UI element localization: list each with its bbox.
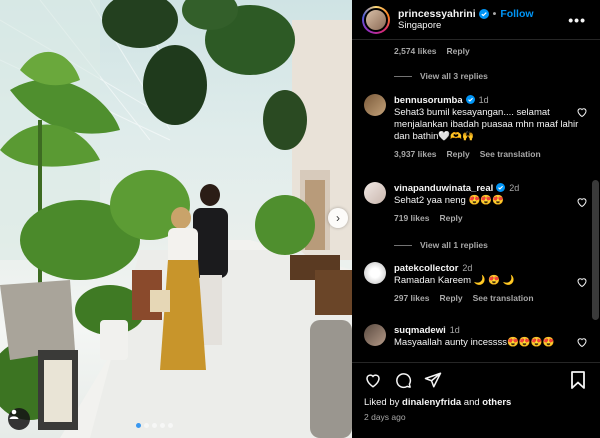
follow-button[interactable]: Follow	[500, 8, 533, 20]
comment-likes-count[interactable]: 3,937 likes	[394, 148, 437, 160]
comment-meta: 3,937 likes Reply See translation	[394, 148, 582, 160]
carousel-indicator	[136, 423, 173, 428]
liked-by-and: and	[463, 397, 480, 408]
comment-likes-count[interactable]: 297 likes	[394, 292, 429, 304]
comment-item: bennusorumba 1d Sehat3 bumil kesayangan..…	[364, 94, 587, 160]
tagged-users-button[interactable]	[8, 408, 30, 430]
commenter-avatar[interactable]	[364, 94, 386, 116]
verified-badge-icon	[496, 183, 506, 192]
reply-button[interactable]: Reply	[447, 148, 470, 160]
comment-item: suqmadewi 1d Masyaallah aunty incessss😍😍😍…	[364, 324, 587, 349]
replies-divider	[394, 75, 412, 77]
author-username[interactable]: princessyahrini	[398, 8, 476, 20]
reply-button[interactable]: Reply	[447, 46, 470, 56]
post-actions: Liked by dinalenyfrida and others 2 days…	[352, 362, 600, 422]
comment-likes-count[interactable]: 719 likes	[394, 212, 429, 224]
view-replies-button[interactable]: View all 1 replies	[394, 240, 488, 250]
commenter-avatar[interactable]	[364, 182, 386, 204]
comment-time: 2d	[509, 183, 520, 193]
post-photo[interactable]: ›	[0, 0, 352, 438]
see-translation-button[interactable]: See translation	[480, 148, 541, 160]
save-bookmark-icon[interactable]	[570, 371, 586, 389]
comment-text: Masyaallah aunty incessss😍😍😍😍	[394, 337, 555, 348]
like-comment-heart-icon[interactable]	[576, 196, 588, 208]
post-timestamp[interactable]: 2 days ago	[352, 408, 600, 422]
post-location[interactable]: Singapore	[398, 20, 534, 32]
more-options-icon[interactable]: •••	[568, 12, 586, 28]
verified-badge-icon	[478, 8, 489, 19]
photo-illustration	[0, 0, 352, 438]
comment-bubble-icon[interactable]	[394, 371, 412, 389]
comment-meta: 297 likes Reply See translation	[394, 292, 582, 304]
comments-list[interactable]: 2,574 likes Reply View all 3 replies ben…	[352, 40, 600, 362]
like-comment-heart-icon[interactable]	[576, 106, 588, 118]
author-avatar[interactable]	[362, 5, 390, 34]
verified-badge-icon	[465, 95, 475, 104]
comments-scrollbar[interactable]	[592, 180, 599, 320]
comment-meta: 719 likes Reply	[394, 212, 582, 224]
comment-text: Sehat3 bumil kesayangan.... selamat menj…	[394, 107, 579, 142]
carousel-dot	[144, 423, 149, 428]
user-icon	[9, 409, 19, 419]
like-comment-heart-icon[interactable]	[576, 336, 588, 348]
liked-by-user[interactable]: dinalenyfrida	[402, 397, 461, 408]
comment-item: patekcollector 2d Ramadan Kareem 🌙 😍 🌙 29…	[364, 262, 587, 304]
like-comment-heart-icon[interactable]	[576, 276, 588, 288]
commenter-username[interactable]: vinapanduwinata_real	[394, 183, 493, 194]
carousel-dot	[168, 423, 173, 428]
comment-item: vinapanduwinata_real 2d Sehat2 yaa neng 😍…	[364, 182, 587, 224]
view-replies-label: View all 3 replies	[420, 71, 488, 81]
post-header: princessyahrini • Follow Singapore •••	[352, 0, 600, 40]
comment-meta: 2,574 likes Reply	[394, 46, 470, 56]
view-replies-button[interactable]: View all 3 replies	[394, 71, 488, 81]
reply-button[interactable]: Reply	[439, 212, 462, 224]
liked-by-prefix: Liked by	[364, 397, 400, 408]
replies-divider	[394, 244, 412, 246]
liked-by-summary: Liked by dinalenyfrida and others	[352, 397, 600, 408]
carousel-dot	[152, 423, 157, 428]
liked-by-others[interactable]: others	[482, 397, 511, 408]
comment-text: Sehat2 yaa neng 😍😍😍	[394, 195, 504, 206]
like-heart-icon[interactable]	[364, 371, 382, 389]
carousel-next-button[interactable]: ›	[328, 208, 348, 228]
carousel-dot-active	[136, 423, 141, 428]
comment-time: 1d	[478, 95, 489, 105]
comment-likes-count[interactable]: 2,574 likes	[394, 46, 437, 56]
commenter-username[interactable]: suqmadewi	[394, 325, 446, 336]
commenter-avatar[interactable]	[364, 262, 386, 284]
share-send-icon[interactable]	[424, 371, 442, 389]
comment-text: Ramadan Kareem 🌙 😍 🌙	[394, 275, 515, 286]
commenter-username[interactable]: patekcollector	[394, 263, 458, 274]
view-replies-label: View all 1 replies	[420, 240, 488, 250]
comment-time: 2d	[462, 263, 473, 273]
commenter-username[interactable]: bennusorumba	[394, 95, 463, 106]
post-sidebar: princessyahrini • Follow Singapore ••• 2…	[352, 0, 600, 438]
reply-button[interactable]: Reply	[439, 292, 462, 304]
header-separator: •	[492, 7, 497, 20]
carousel-dot	[160, 423, 165, 428]
see-translation-button[interactable]: See translation	[473, 292, 534, 304]
commenter-avatar[interactable]	[364, 324, 386, 346]
comment-time: 1d	[449, 325, 460, 335]
